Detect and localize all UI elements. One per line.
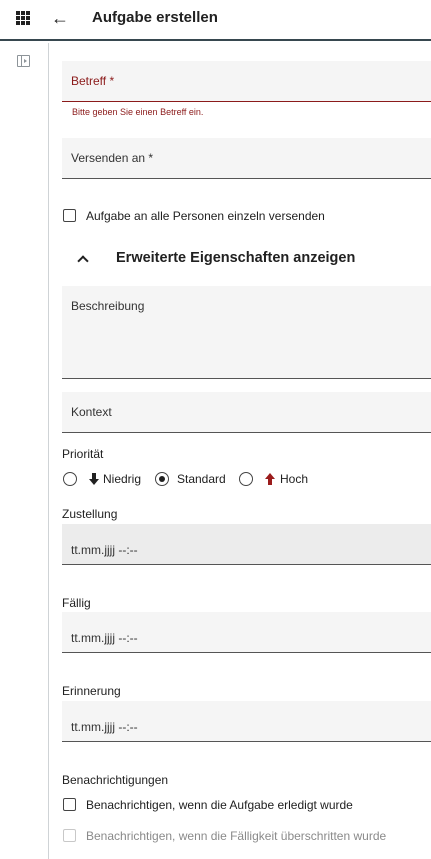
chevron-up-icon[interactable] [76, 253, 90, 265]
priority-standard-radio[interactable] [155, 472, 169, 486]
panel-toggle-icon[interactable] [17, 55, 30, 67]
send-to-label: Versenden an * [71, 151, 154, 165]
delivery-label: Zustellung [62, 507, 118, 521]
context-label: Kontext [71, 405, 112, 419]
priority-low-label: Niedrig [103, 472, 142, 486]
subject-label: Betreff * [71, 74, 115, 88]
side-rail [0, 43, 49, 859]
context-field[interactable]: Kontext [62, 392, 431, 433]
notify-on-overdue-label: Benachrichtigen, wenn die Fälligkeit übe… [86, 829, 387, 843]
due-label: Fällig [62, 596, 91, 610]
priority-high-label: Hoch [280, 472, 309, 486]
send-individually-label: Aufgabe an alle Personen einzeln versend… [86, 209, 325, 223]
subject-error-text: Bitte geben Sie einen Betreff ein. [72, 107, 204, 117]
due-datetime-input[interactable]: tt.mm.jjjj --:-- [62, 612, 431, 653]
delivery-value: tt.mm.jjjj --:-- [71, 543, 138, 557]
advanced-properties-toggle[interactable]: Erweiterte Eigenschaften anzeigen [116, 250, 355, 266]
page-title: Aufgabe erstellen [92, 9, 218, 26]
notify-on-complete-label: Benachrichtigen, wenn die Aufgabe erledi… [86, 798, 353, 812]
due-value: tt.mm.jjjj --:-- [71, 631, 138, 645]
subject-field[interactable]: Betreff * [62, 61, 431, 102]
arrow-back-icon[interactable]: ← [51, 9, 69, 27]
delivery-datetime-input[interactable]: tt.mm.jjjj --:-- [62, 524, 431, 565]
reminder-label: Erinnerung [62, 684, 121, 698]
reminder-value: tt.mm.jjjj --:-- [71, 720, 138, 734]
reminder-datetime-input[interactable]: tt.mm.jjjj --:-- [62, 701, 431, 742]
send-individually-checkbox[interactable] [63, 209, 76, 222]
priority-standard-label: Standard [177, 472, 226, 486]
notify-on-overdue-checkbox [63, 829, 76, 842]
notifications-label: Benachrichtigungen [62, 773, 169, 787]
top-app-bar: ← Aufgabe erstellen [0, 0, 431, 41]
apps-grid-icon[interactable] [16, 11, 30, 25]
priority-high-radio[interactable] [239, 472, 253, 486]
description-field[interactable]: Beschreibung [62, 286, 431, 379]
arrow-down-icon [89, 473, 99, 485]
notify-on-complete-checkbox[interactable] [63, 798, 76, 811]
priority-low-radio[interactable] [63, 472, 77, 486]
send-to-field[interactable]: Versenden an * [62, 138, 431, 179]
description-label: Beschreibung [71, 299, 145, 313]
priority-label: Priorität [62, 447, 104, 461]
arrow-up-icon [265, 473, 275, 485]
